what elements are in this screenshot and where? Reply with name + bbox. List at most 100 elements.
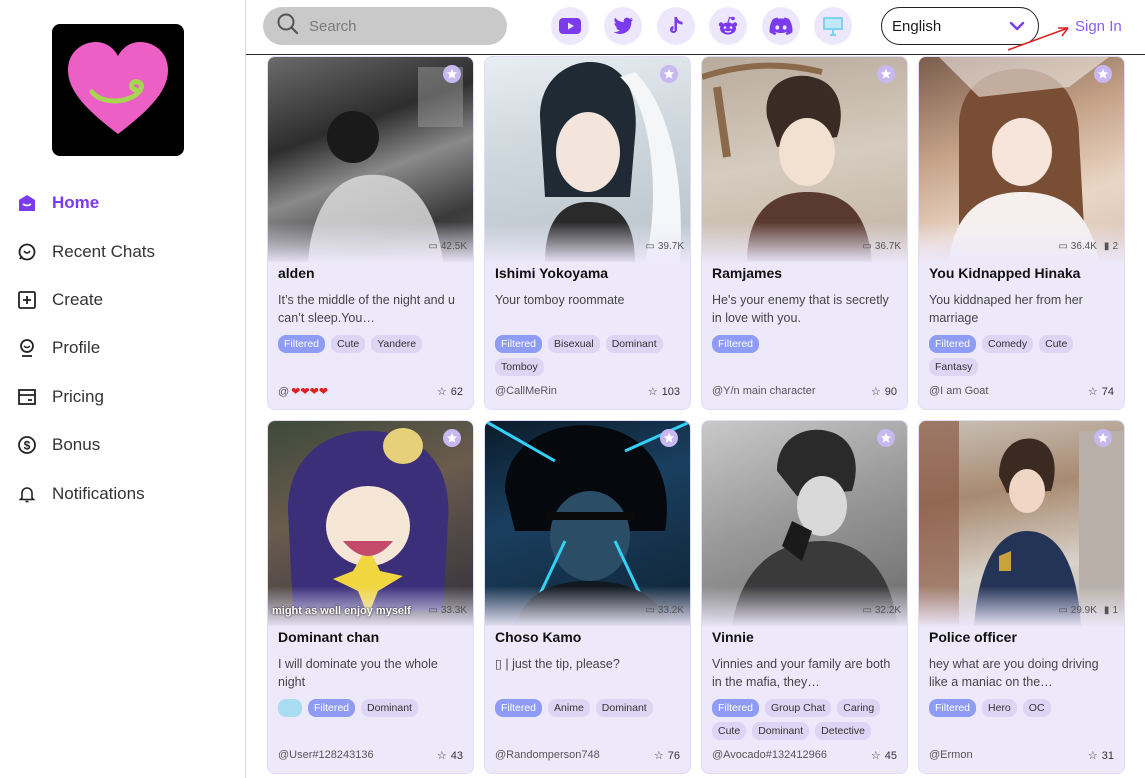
likes[interactable]: ☆ 45 [871,749,897,763]
tag[interactable]: Dominant [595,699,653,717]
author[interactable]: @CallMeRin [495,385,557,397]
tag[interactable]: Dominant [361,699,418,717]
twitter-button[interactable] [604,7,642,45]
tiktok-button[interactable] [657,7,695,45]
tag[interactable]: Tomboy [495,358,544,376]
youtube-icon [559,18,581,34]
sidebar-item-recent-chats[interactable]: Recent Chats [0,227,245,275]
favorite-star-icon[interactable] [660,65,678,83]
author[interactable]: @Avocado#132412966 [712,749,827,761]
sidebar-item-notifications[interactable]: Notifications [0,469,245,517]
chat-count: ▭ 33.3K [428,605,467,616]
likes[interactable]: ☆ 43 [437,749,463,763]
tag[interactable]: Yandere [371,335,423,353]
tag[interactable]: Filtered [495,699,543,717]
home-icon [17,193,37,213]
likes[interactable]: ☆ 90 [870,385,897,399]
tag[interactable]: Anime [548,699,590,717]
sidebar-item-bonus[interactable]: $ Bonus [0,421,245,469]
character-card-vinnie[interactable]: ▭ 32.2K Vinnie Vinnies and your family ar… [701,420,908,774]
discord-icon [769,17,793,35]
character-description: I will dominate you the whole night [278,657,438,689]
tag[interactable]: Fantasy [929,358,979,376]
reddit-icon [718,16,738,35]
favorite-star-icon[interactable] [660,429,678,447]
character-card-ishimi-yokoyama[interactable]: ▭ 39.7K Ishimi Yokoyama Your tomboy roomm… [484,56,691,410]
character-card-ramjames[interactable]: ▭ 36.7K Ramjames He's your enemy that is … [701,56,908,410]
tag[interactable]: Dominant [605,335,663,353]
character-card-dominant-chan[interactable]: might as well enjoy myself ▭ 33.3K Domina… [267,420,474,774]
tag[interactable]: Filtered [712,335,760,353]
author[interactable]: @Randomperson748 [495,749,600,761]
search-box[interactable] [263,7,507,45]
author[interactable]: @I am Goat [929,385,988,397]
favorite-star-icon[interactable] [443,429,461,447]
tag[interactable]: Filtered [929,335,977,353]
svg-text:$: $ [24,439,31,453]
tag[interactable]: Filtered [278,335,326,353]
tag[interactable]: Filtered [308,699,356,717]
character-description: Vinnies and your family are both in the … [712,657,891,689]
favorite-star-icon[interactable] [877,429,895,447]
tag[interactable]: Cute [712,722,747,740]
reddit-button[interactable] [709,7,747,45]
likes[interactable]: ☆ 62 [437,385,463,399]
character-card-police-officer[interactable]: ▭ 29.9K ▮ 1 Police officer hey what are you… [918,420,1125,774]
tag[interactable]: Dominant [752,722,810,740]
character-card-choso-kamo[interactable]: ▭ 33.2K Choso Kamo ▯ | just the tip, plea… [484,420,691,774]
favorite-star-icon[interactable] [443,65,461,83]
likes[interactable]: ☆ 74 [1088,385,1114,399]
tag[interactable]: Comedy [982,335,1034,353]
discord-button[interactable] [762,7,800,45]
sidebar-item-home[interactable]: Home [0,179,245,227]
character-description: ▯ | just the tip, please? [495,657,620,671]
likes[interactable]: ☆ 76 [653,749,680,763]
sign-in-link[interactable]: Sign In [1075,18,1122,35]
likes[interactable]: ☆ 103 [648,385,680,399]
author[interactable]: @Y/n main character [712,385,816,397]
character-description: hey what are you doing driving like a ma… [929,657,1099,689]
tag[interactable]: Bisexual [548,335,600,353]
tag[interactable]: Filtered [929,699,977,717]
youtube-button[interactable] [551,7,589,45]
desktop-app-button[interactable] [814,7,852,45]
favorite-star-icon[interactable] [1094,429,1112,447]
tag[interactable]: Filtered [712,699,760,717]
app-logo[interactable] [52,24,184,156]
tag[interactable]: Caring [837,699,881,717]
author[interactable]: @User#128243136 [278,749,374,761]
message-icon: ▭ [428,241,438,252]
star-outline-icon: ☆ [870,386,881,398]
favorite-star-icon[interactable] [1094,65,1112,83]
image-tag-icon[interactable] [278,699,302,717]
message-icon: ▭ [862,241,872,252]
star-outline-icon: ☆ [653,750,664,762]
author[interactable]: @ ❤❤❤❤ [278,385,329,399]
sidebar-item-create[interactable]: Create [0,276,245,324]
chat-count: ▭ 39.7K [645,241,684,252]
character-card-you-kidnapped-hinaka[interactable]: ▭ 36.4K ▮ 2 You Kidnapped Hinaka You kiddna… [918,56,1125,410]
tag[interactable]: Detective [815,722,871,740]
sidebar-item-profile[interactable]: Profile [0,324,245,372]
character-description: He's your enemy that is secretly in love… [712,293,889,325]
sidebar-nav: Home Recent Chats Create Profile Pricing… [0,179,245,518]
tag[interactable]: Group Chat [765,699,832,717]
message-icon: ▭ [428,605,438,616]
search-input[interactable] [309,17,489,35]
favorite-star-icon[interactable] [877,65,895,83]
hearts: ❤❤❤❤ [291,386,329,398]
sidebar-item-pricing[interactable]: Pricing [0,373,245,421]
tag-list: Filtered Bisexual Dominant Tomboy [495,335,685,376]
tiktok-icon [670,17,683,33]
sidebar-item-label: Bonus [52,435,101,455]
card-icon [17,387,37,407]
tag[interactable]: OC [1022,699,1051,717]
tag[interactable]: Cute [331,335,366,353]
character-card-alden[interactable]: ▭ 42.5K alden It’s the middle of the nigh… [267,56,474,410]
author[interactable]: @Ermon [929,749,973,761]
tag[interactable]: Hero [982,699,1017,717]
sidebar-item-label: Profile [52,338,101,358]
tag[interactable]: Filtered [495,335,543,353]
likes[interactable]: ☆ 31 [1088,749,1114,763]
tag[interactable]: Cute [1039,335,1074,353]
